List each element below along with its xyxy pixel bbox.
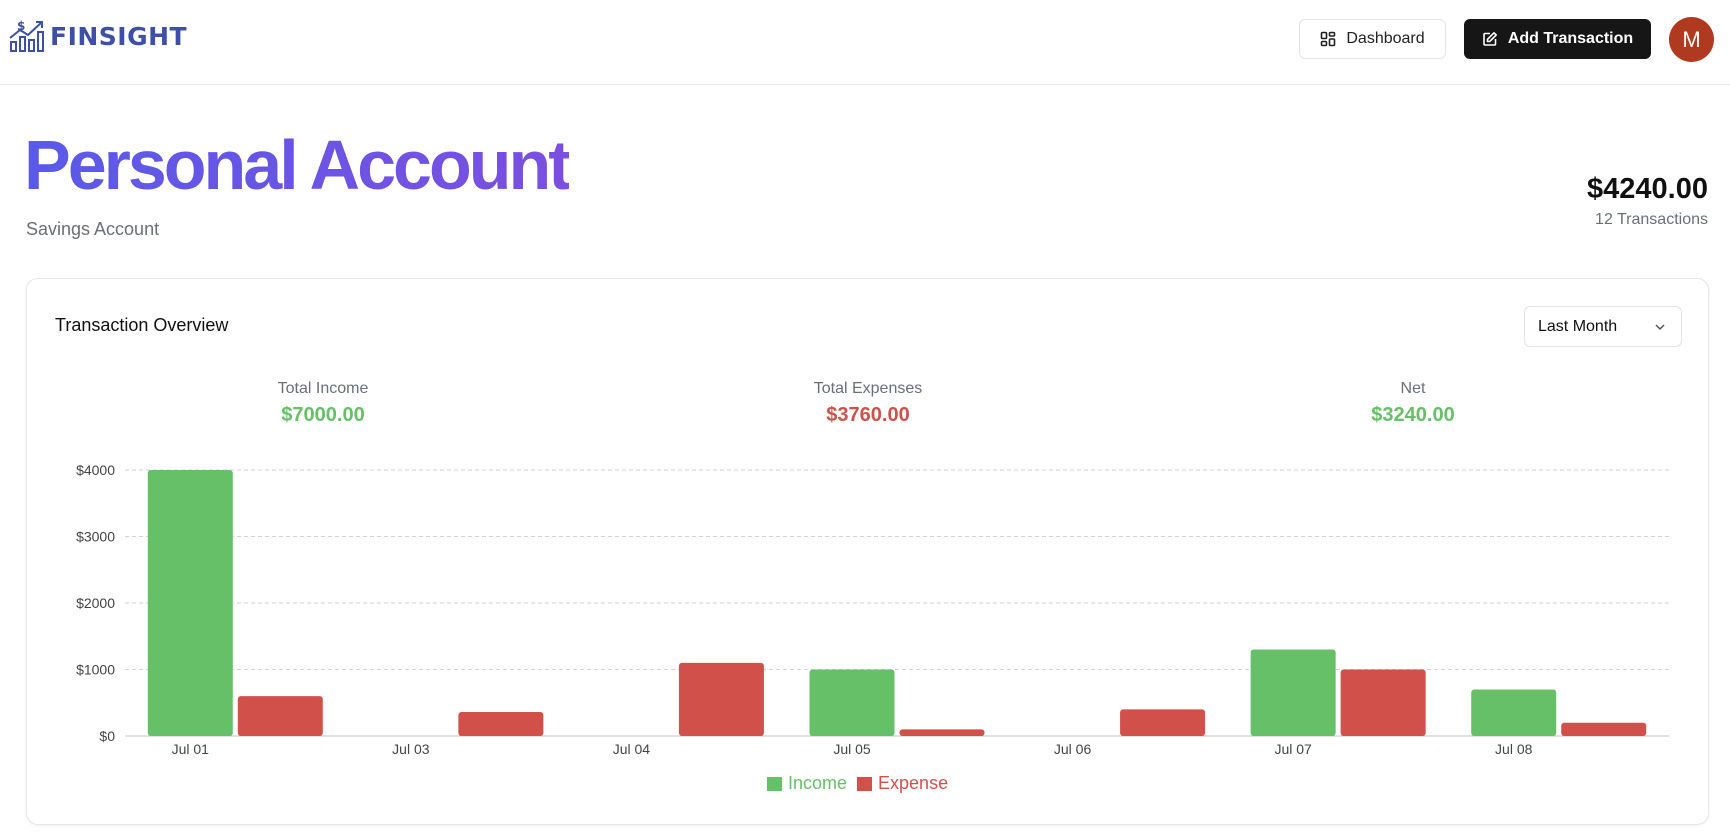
expense-bar xyxy=(899,729,985,736)
avatar-initial: M xyxy=(1682,26,1701,52)
x-tick-label: Jul 01 xyxy=(172,741,210,757)
transaction-overview-card: Transaction Overview Last Month Total In… xyxy=(26,278,1709,825)
income-bar xyxy=(1250,649,1336,736)
x-tick-label: Jul 07 xyxy=(1274,741,1312,757)
legend-income-swatch xyxy=(767,776,782,791)
svg-text:$: $ xyxy=(17,19,25,33)
legend-income-label: Income xyxy=(788,773,848,793)
account-balance: $4240.00 xyxy=(1587,173,1708,205)
income-bar xyxy=(809,669,895,736)
y-tick-label: $2000 xyxy=(76,595,115,611)
y-tick-label: $1000 xyxy=(76,662,115,678)
x-tick-label: Jul 05 xyxy=(833,741,871,757)
finance-chart-logo-icon: $ xyxy=(9,19,44,52)
expense-bar xyxy=(458,712,544,736)
expense-bar xyxy=(237,696,323,736)
transaction-bar-chart: $0 $1000 $2000 $3000 $4000 Jul 01 Jul 03 Jul 04… xyxy=(76,462,1669,757)
income-bar xyxy=(1471,689,1557,736)
income-bar xyxy=(147,470,233,736)
x-tick-label: Jul 03 xyxy=(392,741,430,757)
add-transaction-label: Add Transaction xyxy=(1507,30,1634,47)
dashboard-grid-icon xyxy=(1321,31,1336,47)
account-type: Savings Account xyxy=(26,219,160,239)
edit-pen-icon xyxy=(1483,31,1497,46)
y-tick-label: $3000 xyxy=(76,529,115,545)
logo[interactable]: $ FINSIGHT xyxy=(8,18,187,54)
chart-legend: Income Expense xyxy=(767,773,948,794)
legend-expense-swatch xyxy=(857,776,873,791)
x-tick-label: Jul 08 xyxy=(1495,741,1533,757)
legend-income[interactable]: Income xyxy=(767,773,847,794)
expense-bar xyxy=(1561,722,1647,736)
expense-bar xyxy=(1340,669,1426,736)
legend-expense-label: Expense xyxy=(878,773,949,793)
page-title: Personal Account xyxy=(24,126,572,204)
expense-bar xyxy=(1120,709,1206,736)
x-tick-label: Jul 04 xyxy=(613,741,651,757)
avatar[interactable]: M xyxy=(1669,17,1714,62)
expense-bar xyxy=(678,662,764,736)
legend-expense[interactable]: Expense xyxy=(857,773,948,794)
y-tick-label: $0 xyxy=(99,728,115,744)
y-tick-label: $4000 xyxy=(76,462,115,478)
add-transaction-button[interactable]: Add Transaction xyxy=(1464,19,1651,59)
transaction-count: 12 Transactions xyxy=(1595,211,1708,228)
dashboard-button[interactable]: Dashboard xyxy=(1299,19,1446,59)
dashboard-button-label: Dashboard xyxy=(1346,30,1425,47)
logo-text: FINSIGHT xyxy=(50,21,188,51)
top-bar: $ FINSIGHT Dashboard Add Transaction M xyxy=(0,0,1730,85)
x-tick-label: Jul 06 xyxy=(1054,741,1092,757)
